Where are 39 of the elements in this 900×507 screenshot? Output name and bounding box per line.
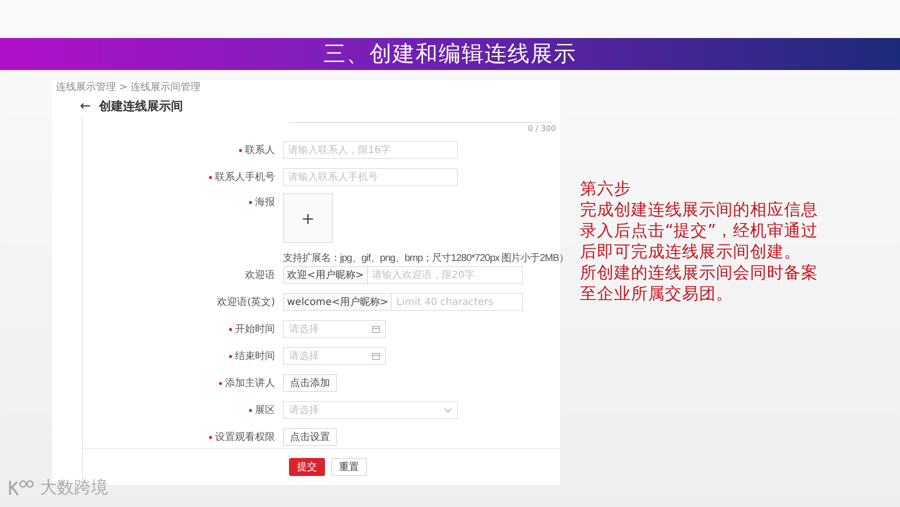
back-button[interactable]: ← bbox=[80, 98, 91, 114]
calendar-icon bbox=[372, 352, 380, 360]
upload-box[interactable]: + bbox=[283, 193, 333, 243]
action-button[interactable]: 点击添加 bbox=[283, 374, 337, 392]
field-label: 联系人 bbox=[245, 144, 275, 157]
upload-hint: 支持扩展名：jpg、gif、png、bmp；尺寸1280*720px 图片小于2MB） bbox=[283, 253, 568, 264]
field-label: 欢迎语(英文) bbox=[217, 296, 275, 309]
input-field[interactable]: 请输入联系人，限16字 bbox=[283, 141, 458, 159]
action-button[interactable]: 点击设置 bbox=[283, 428, 337, 446]
select-placeholder: 请选择 bbox=[289, 404, 319, 417]
reset-button[interactable]: 重置 bbox=[331, 458, 367, 476]
field-label: 结束时间 bbox=[235, 350, 275, 363]
field-label: 添加主讲人 bbox=[225, 376, 275, 390]
field-label: 联系人手机号 bbox=[215, 170, 275, 184]
character-counter: 0 / 300 bbox=[528, 123, 556, 134]
breadcrumb: 连线展示管理 > 连线展示间管理 bbox=[55, 80, 202, 95]
page-title: 创建连线展示间 bbox=[98, 98, 183, 114]
calendar-icon bbox=[372, 325, 380, 333]
chevron-down-icon bbox=[444, 408, 452, 412]
step-description: 所创建的连线展示间会同时备案至企业所属交易团。 bbox=[580, 262, 819, 304]
step-description: 完成创建连线展示间的相应信息录入后点击“提交”，经机审通过后即可完成连线展示间创建。 bbox=[580, 199, 820, 262]
field-label: 设置观看权限 bbox=[215, 430, 275, 444]
prefixed-input-field[interactable]: welcome<用户昵称> Limit 40 characters bbox=[283, 293, 523, 311]
input-prefix: 欢迎<用户昵称> bbox=[284, 267, 368, 283]
step-title: 第六步 bbox=[580, 178, 632, 199]
field-label: 开始时间 bbox=[235, 322, 275, 336]
logo-icon bbox=[8, 478, 34, 496]
prefixed-input-field[interactable]: 欢迎<用户昵称> 请输入欢迎语，限20字 bbox=[283, 266, 523, 284]
plus-icon: + bbox=[301, 208, 315, 228]
slide-title: 三、创建和编辑连线展示 bbox=[324, 41, 576, 69]
field-label: 海报 bbox=[255, 196, 275, 209]
date-placeholder: 请选择 bbox=[289, 350, 319, 363]
input-field[interactable]: 请输入联系人手机号 bbox=[283, 168, 458, 186]
field-label: 欢迎语 bbox=[245, 268, 275, 282]
input-prefix: welcome<用户昵称> bbox=[284, 294, 392, 310]
date-placeholder: 请选择 bbox=[289, 322, 319, 336]
field-label: 展区 bbox=[255, 404, 275, 417]
logo-text: 大数跨境 bbox=[40, 477, 108, 499]
submit-button[interactable]: 提交 bbox=[289, 458, 325, 476]
